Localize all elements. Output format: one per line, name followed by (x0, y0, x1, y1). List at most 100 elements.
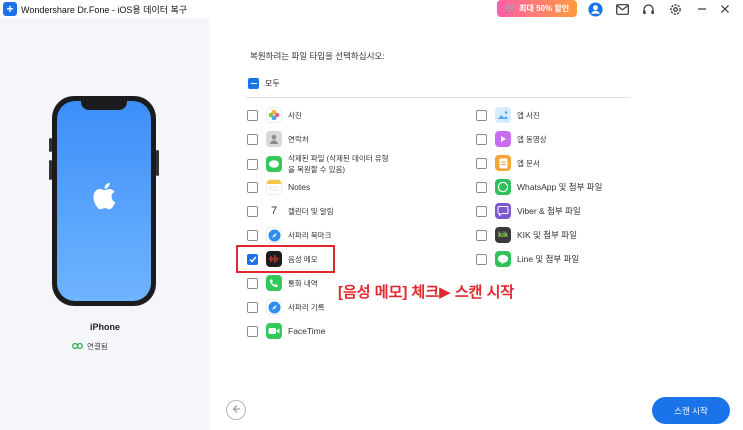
file-type-app-documents[interactable]: 앱 문서 (476, 154, 540, 172)
phone-icon (266, 275, 282, 291)
item-label: 삭제된 파일 (삭제된 데이터 유형 (288, 154, 389, 163)
checkbox[interactable] (247, 133, 258, 145)
kik-icon: kik (495, 227, 511, 243)
item-label: 연락처 (288, 134, 309, 144)
calendar-icon: 7 (266, 203, 282, 219)
phone-volume-button (49, 138, 52, 152)
checkbox[interactable] (247, 205, 258, 217)
checkbox[interactable] (476, 229, 487, 241)
device-name: iPhone (89, 322, 120, 332)
file-type-notes[interactable]: Notes (247, 178, 310, 196)
app-documents-icon (495, 155, 511, 171)
item-label: Viber & 첨부 파일 (517, 206, 581, 216)
promo-button[interactable]: 🛒 최대 50% 할인 (497, 0, 577, 17)
messages-icon (266, 156, 282, 172)
back-button[interactable] (226, 400, 246, 420)
checkbox[interactable] (247, 301, 258, 313)
checkbox[interactable] (247, 181, 258, 193)
item-label: 캘린더 및 알림 (288, 206, 334, 216)
checkbox[interactable] (476, 133, 487, 145)
close-icon[interactable] (717, 1, 733, 17)
file-type-facetime[interactable]: FaceTime (247, 322, 325, 340)
checkbox[interactable] (476, 205, 487, 217)
file-type-calendar[interactable]: 7 캘린더 및 알림 (247, 202, 334, 220)
checkbox[interactable] (247, 277, 258, 289)
headset-icon[interactable] (640, 1, 656, 17)
checkbox[interactable] (247, 325, 258, 337)
phone-volume-button (49, 160, 52, 180)
checkbox[interactable] (476, 157, 487, 169)
device-panel: iPhone 연결됨 (0, 18, 210, 430)
file-type-whatsapp[interactable]: WhatsApp 및 첨부 파일 (476, 178, 602, 196)
annotation-text: [음성 메모] 체크▶ 스캔 시작 (338, 284, 515, 301)
page-title: 복원하려는 파일 타입을 선택하십시오: (250, 51, 385, 61)
promo-label: 최대 50% 할인 (519, 4, 570, 13)
cart-icon: 🛒 (504, 3, 517, 13)
item-label: WhatsApp 및 첨부 파일 (517, 182, 603, 192)
line-icon (495, 251, 511, 267)
item-label: KIK 및 첨부 파일 (517, 230, 577, 240)
item-label-line2: 을 복원할 수 있음) (288, 165, 346, 174)
file-type-viber[interactable]: Viber & 첨부 파일 (476, 202, 581, 220)
file-type-safari-bookmarks[interactable]: 사파리 북마크 (247, 226, 331, 244)
file-type-photos[interactable]: 사진 (247, 106, 302, 124)
item-label: 앱 문서 (517, 158, 540, 168)
device-status-label: 연결됨 (87, 342, 108, 351)
checkbox[interactable] (476, 109, 487, 121)
file-type-messages[interactable]: 삭제된 파일 (삭제된 데이터 유형 을 복원할 수 있음) (247, 150, 389, 178)
item-label: 사파리 북마크 (288, 230, 332, 240)
checkbox[interactable] (247, 229, 258, 241)
account-icon[interactable] (587, 1, 603, 17)
select-all-row[interactable]: 모두 (248, 78, 280, 89)
file-type-call-history[interactable]: 통화 내역 (247, 274, 318, 292)
settings-icon[interactable] (667, 1, 683, 17)
notes-icon (266, 179, 282, 195)
file-type-line[interactable]: Line 및 첨부 파일 (476, 250, 579, 268)
item-label: 통화 내역 (288, 278, 318, 288)
scan-button[interactable]: 스캔 시작 (652, 397, 730, 424)
item-label-group: 삭제된 파일 (삭제된 데이터 유형 을 복원할 수 있음) (288, 153, 389, 175)
link-icon (72, 342, 84, 352)
item-label: 앱 동영상 (517, 134, 547, 144)
checkbox[interactable] (476, 253, 487, 265)
divider (246, 97, 630, 98)
highlight-box (236, 245, 335, 273)
file-type-kik[interactable]: kik KIK 및 첨부 파일 (476, 226, 577, 244)
item-label: Notes (288, 182, 311, 192)
app-photos-icon (495, 107, 511, 123)
item-label: FaceTime (288, 326, 326, 336)
apple-logo-icon (92, 182, 116, 215)
file-type-contacts[interactable]: 연락처 (247, 130, 309, 148)
safari-icon (266, 227, 282, 243)
select-all-checkbox[interactable] (248, 78, 259, 89)
phone-screen (57, 101, 151, 301)
item-label: 앱 사진 (517, 110, 540, 120)
checkbox[interactable] (247, 109, 258, 121)
checkbox[interactable] (247, 158, 258, 170)
checkbox[interactable] (476, 181, 487, 193)
app-videos-icon (495, 131, 511, 147)
file-type-app-videos[interactable]: 앱 동영상 (476, 130, 547, 148)
minimize-icon[interactable] (694, 1, 710, 17)
phone-power-button (156, 150, 159, 176)
iphone-illustration (52, 96, 156, 306)
file-type-safari-history[interactable]: 사파리 기록 (247, 298, 325, 316)
select-all-label: 모두 (265, 79, 280, 88)
file-type-panel: 복원하려는 파일 타입을 선택하십시오: 모두 (210, 18, 743, 430)
viber-icon (495, 203, 511, 219)
mail-icon[interactable] (614, 1, 630, 17)
contacts-icon (266, 131, 282, 147)
safari-history-icon (266, 299, 282, 315)
photos-icon (266, 107, 282, 123)
facetime-icon (266, 323, 282, 339)
device-status: 연결됨 (72, 341, 108, 352)
file-type-app-photos[interactable]: 앱 사진 (476, 106, 540, 124)
phone-notch (81, 101, 127, 110)
app-title: Wondershare Dr.Fone - iOS용 데이터 복구 (21, 4, 188, 15)
title-bar: + Wondershare Dr.Fone - iOS용 데이터 복구 (0, 0, 743, 18)
item-label: 사파리 기록 (288, 302, 325, 312)
arrow-left-icon (231, 401, 241, 419)
whatsapp-icon (495, 179, 511, 195)
item-label: 사진 (288, 110, 302, 120)
item-label: Line 및 첨부 파일 (517, 254, 580, 264)
